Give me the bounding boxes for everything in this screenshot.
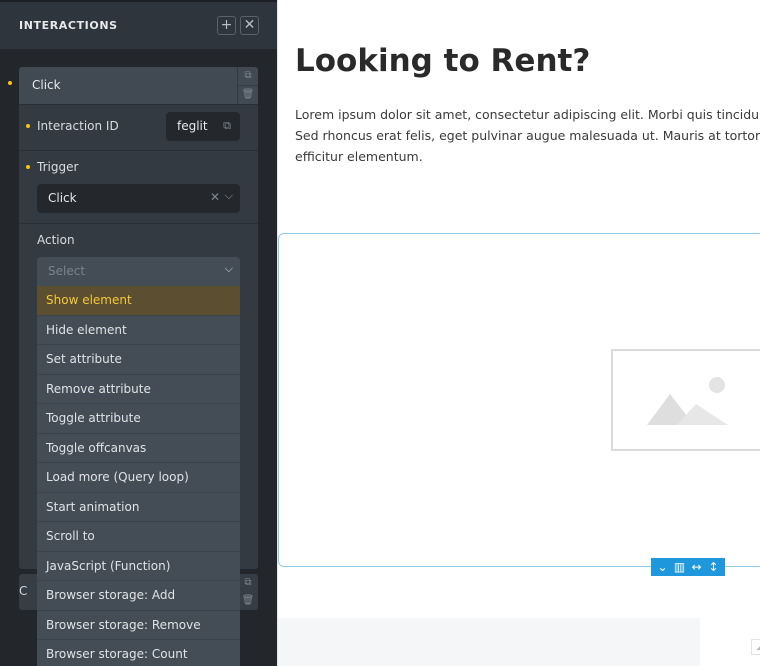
copy-icon[interactable]: ⧉: [223, 119, 231, 133]
chevron-down-icon: ⌵: [224, 262, 233, 275]
horizontal-resize-icon[interactable]: ↔: [689, 558, 705, 576]
close-panel-button[interactable]: ✕: [240, 16, 259, 35]
interactions-panel: INTERACTIONS + ✕ Click ⧉ 🗑 Interaction I…: [0, 0, 277, 666]
action-option-storage-count[interactable]: Browser storage: Count: [37, 640, 240, 666]
page-section[interactable]: [278, 618, 700, 666]
panel-header: INTERACTIONS + ✕: [0, 0, 277, 49]
action-option-toggle-attribute[interactable]: Toggle attribute: [37, 404, 240, 434]
image-element[interactable]: [611, 349, 760, 451]
action-option-remove-attribute[interactable]: Remove attribute: [37, 375, 240, 404]
trigger-select[interactable]: Click ✕ ⌵: [37, 184, 240, 213]
element-toolbar: ⌄ ▥ ↔ ↕: [651, 558, 725, 576]
action-option-hide-element[interactable]: Hide element: [37, 316, 240, 345]
action-option-start-animation[interactable]: Start animation: [37, 493, 240, 522]
trigger-label: Trigger: [37, 160, 79, 174]
divider: [19, 150, 258, 151]
page-paragraph[interactable]: Lorem ipsum dolor sit amet, consectetur …: [295, 104, 760, 167]
action-select[interactable]: Select ⌵: [37, 257, 240, 286]
action-option-set-attribute[interactable]: Set attribute: [37, 345, 240, 375]
trigger-value: Click: [48, 191, 77, 205]
panel-title: INTERACTIONS: [19, 19, 118, 32]
trash-icon: 🗑: [241, 89, 255, 100]
interaction-id-value: feglit: [177, 119, 208, 133]
duplicate-button[interactable]: ⧉: [238, 575, 258, 591]
triangle-icon: ◢: [756, 642, 760, 652]
interaction-card-header[interactable]: Click: [19, 67, 237, 104]
chevron-down-icon[interactable]: ⌄: [655, 558, 671, 576]
interaction-indicator-dot: [8, 81, 12, 85]
close-icon: ✕: [243, 17, 256, 33]
vertical-resize-icon[interactable]: ↕: [706, 558, 722, 576]
scroll-up-button[interactable]: ◢: [751, 639, 760, 655]
action-option-toggle-offcanvas[interactable]: Toggle offcanvas: [37, 434, 240, 463]
clear-icon[interactable]: ✕: [210, 190, 220, 204]
action-option-scroll-to[interactable]: Scroll to: [37, 522, 240, 552]
columns-icon[interactable]: ▥: [672, 558, 688, 576]
add-interaction-button[interactable]: +: [217, 16, 236, 35]
divider: [19, 223, 258, 224]
action-dropdown-menu: Show element Hide element Set attribute …: [37, 286, 240, 666]
interaction-id-label: Interaction ID: [37, 119, 119, 133]
action-option-storage-remove[interactable]: Browser storage: Remove: [37, 611, 240, 640]
action-option-show-element[interactable]: Show element: [37, 286, 240, 316]
action-option-load-more[interactable]: Load more (Query loop): [37, 463, 240, 493]
action-option-storage-add[interactable]: Browser storage: Add: [37, 581, 240, 611]
duplicate-icon: ⧉: [244, 577, 252, 588]
image-placeholder-icon: [647, 377, 728, 425]
interaction-id-field[interactable]: feglit ⧉: [166, 112, 240, 141]
field-indicator-dot: [26, 165, 30, 169]
delete-button[interactable]: 🗑: [238, 86, 258, 104]
chevron-down-icon: ⌵: [224, 189, 233, 202]
action-option-javascript[interactable]: JavaScript (Function): [37, 552, 240, 581]
trash-icon: 🗑: [241, 595, 255, 606]
divider: [19, 104, 258, 105]
duplicate-button[interactable]: ⧉: [238, 67, 258, 85]
plus-icon: +: [220, 17, 233, 33]
interaction-label: Click: [32, 78, 61, 92]
interaction-label: C: [19, 584, 28, 598]
page-heading[interactable]: Looking to Rent?: [295, 43, 590, 79]
field-indicator-dot: [26, 124, 30, 128]
page-canvas: Looking to Rent? Lorem ipsum dolor sit a…: [277, 0, 760, 666]
duplicate-icon: ⧉: [244, 70, 252, 81]
action-label: Action: [37, 233, 75, 247]
action-placeholder: Select: [48, 264, 86, 278]
delete-button[interactable]: 🗑: [238, 593, 258, 609]
